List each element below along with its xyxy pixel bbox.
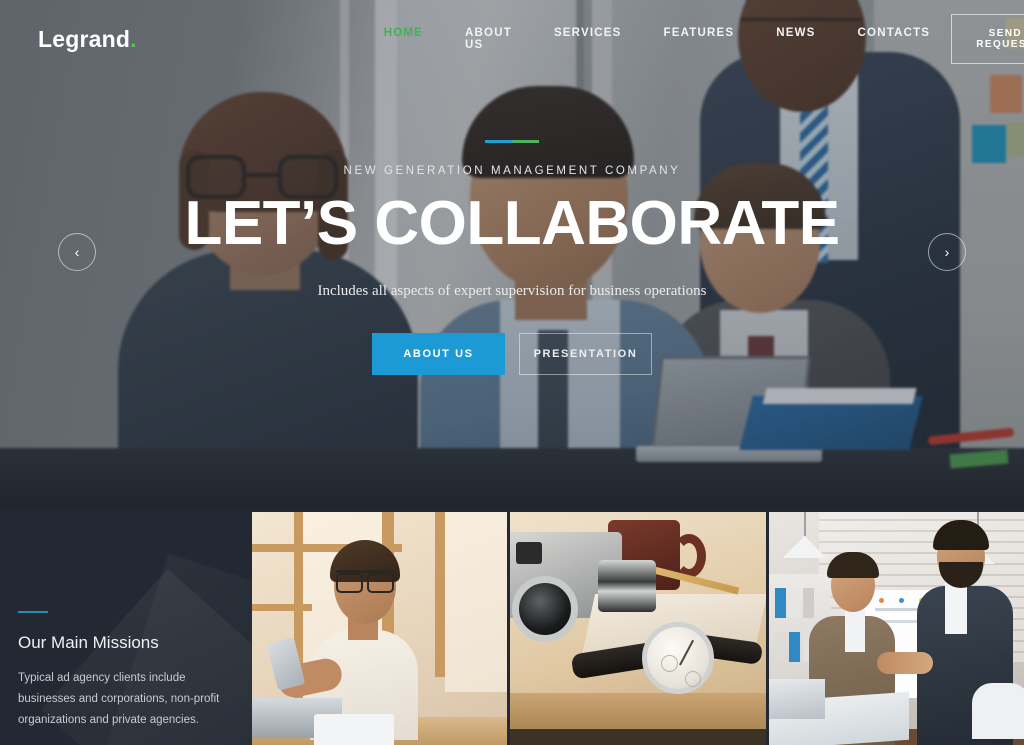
gallery-tile-woman-with-phone[interactable] bbox=[252, 512, 508, 745]
nav-item-services[interactable]: SERVICES bbox=[533, 27, 643, 51]
hero-headline: LET’S COLLABORATE bbox=[184, 188, 840, 258]
send-request-button[interactable]: SEND REQUEST bbox=[951, 14, 1024, 64]
hero-accent-line bbox=[485, 139, 539, 143]
nav-item-features[interactable]: FEATURES bbox=[643, 27, 756, 51]
missions-title: Our Main Missions bbox=[18, 633, 159, 653]
nav-item-contacts[interactable]: CONTACTS bbox=[837, 27, 952, 51]
hero-about-us-button[interactable]: ABOUT US bbox=[372, 332, 505, 375]
site-logo[interactable]: Legrand. bbox=[38, 26, 137, 53]
gallery-tiles bbox=[252, 508, 1024, 745]
nav-item-home[interactable]: HOME bbox=[363, 27, 444, 51]
send-request-label: SEND REQUEST bbox=[976, 28, 1024, 50]
hero-presentation-button[interactable]: PRESENTATION bbox=[519, 332, 652, 375]
nav-item-about-us[interactable]: ABOUT US bbox=[444, 27, 533, 51]
hero-cta-row: ABOUT US PRESENTATION bbox=[372, 332, 652, 375]
main-navigation: HOME ABOUT US SERVICES FEATURES NEWS CON… bbox=[363, 27, 951, 51]
slider-next-arrow-icon[interactable]: › bbox=[928, 233, 966, 271]
missions-accent-line bbox=[18, 611, 48, 614]
slider-prev-arrow-icon[interactable]: ‹ bbox=[58, 233, 96, 271]
missions-section: Our Main Missions Typical ad agency clie… bbox=[0, 508, 1024, 745]
gallery-tile-camera-and-watch[interactable] bbox=[510, 512, 766, 745]
logo-text: Legrand bbox=[38, 25, 131, 52]
logo-dot: . bbox=[130, 25, 137, 52]
nav-item-news[interactable]: NEWS bbox=[755, 27, 836, 51]
missions-panel: Our Main Missions Typical ad agency clie… bbox=[0, 508, 252, 745]
page-root: Legrand. HOME ABOUT US SERVICES FEATURES… bbox=[0, 0, 1024, 745]
site-header: Legrand. HOME ABOUT US SERVICES FEATURES… bbox=[0, 0, 1024, 78]
hero-subline: Includes all aspects of expert supervisi… bbox=[317, 282, 707, 299]
gallery-tile-handshake[interactable] bbox=[768, 512, 1024, 745]
hero-eyebrow: NEW GENERATION MANAGEMENT COMPANY bbox=[343, 164, 681, 177]
hero-section: Legrand. HOME ABOUT US SERVICES FEATURES… bbox=[0, 0, 1024, 508]
missions-text: Typical ad agency clients include busine… bbox=[18, 672, 220, 727]
